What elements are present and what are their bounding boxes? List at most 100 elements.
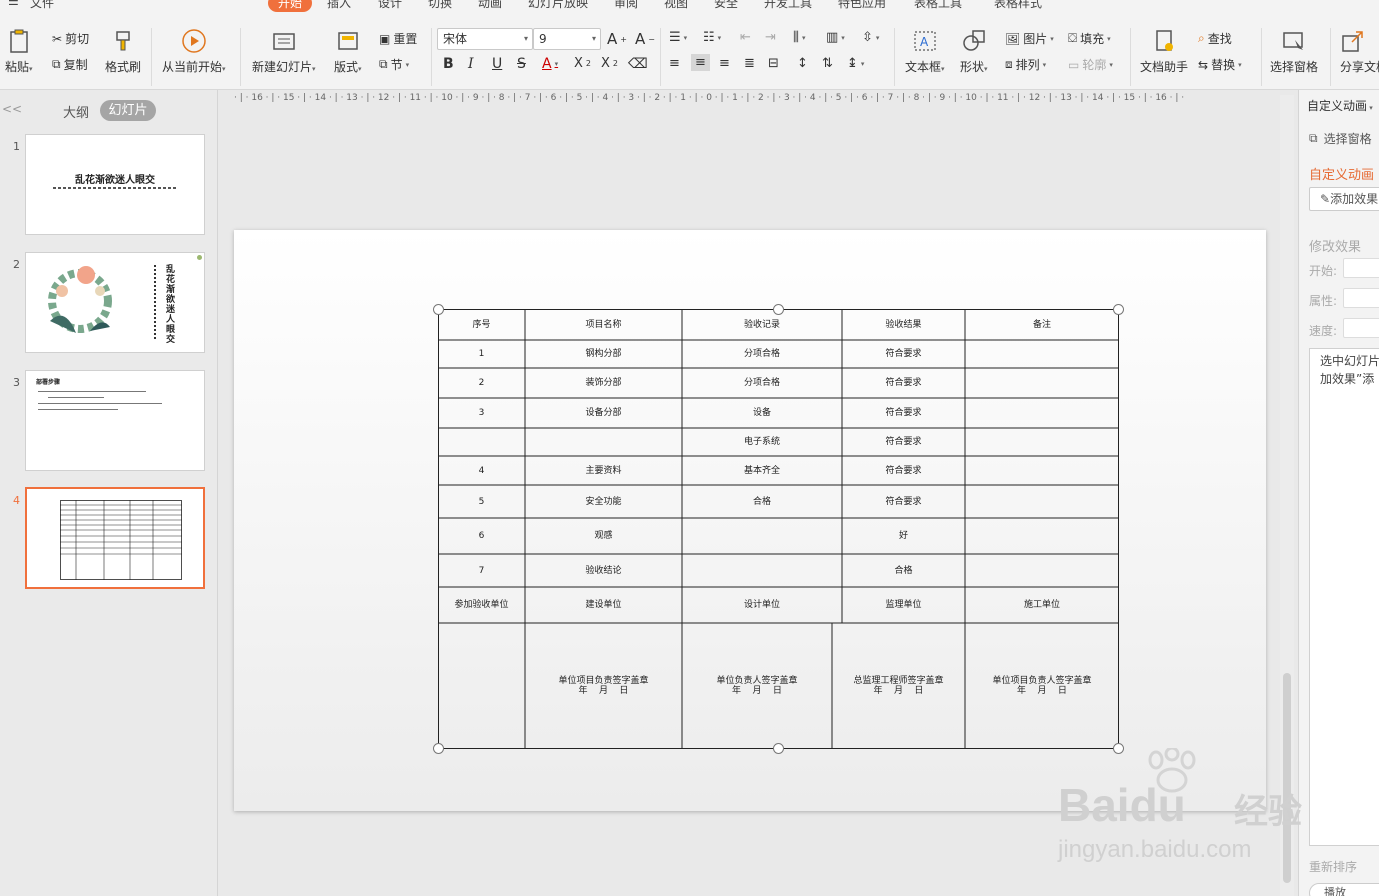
table-cell[interactable] xyxy=(682,554,842,587)
table-cell[interactable] xyxy=(965,368,1119,398)
menu-design[interactable]: 设计 xyxy=(378,0,402,11)
paste-button[interactable]: 粘贴▾ xyxy=(5,28,33,75)
table-cell[interactable]: 施工单位 xyxy=(965,587,1119,623)
menu-home[interactable]: 开始 xyxy=(268,0,313,12)
table-cell[interactable]: 符合要求 xyxy=(842,428,965,456)
table-cell[interactable] xyxy=(438,623,525,749)
menu-icon[interactable]: ☰ xyxy=(8,0,19,8)
font-name-select[interactable]: 宋体 ▾ xyxy=(437,28,533,50)
table-cell[interactable]: 2 xyxy=(438,368,525,398)
menu-slideshow[interactable]: 幻灯片放映 xyxy=(528,0,588,11)
table-cell[interactable]: 设备 xyxy=(682,398,842,428)
table-cell[interactable]: 安全功能 xyxy=(525,485,682,518)
table-cell[interactable]: 6 xyxy=(438,518,525,554)
textbox-button[interactable]: A 文本框▾ xyxy=(905,28,945,75)
increase-indent-icon[interactable]: ⇥ xyxy=(765,30,776,45)
table-cell[interactable]: 符合要求 xyxy=(842,340,965,368)
slide-thumbnail-4[interactable] xyxy=(25,487,205,589)
table-cell[interactable]: 合格 xyxy=(842,554,965,587)
align-center-icon[interactable]: ≡ xyxy=(691,54,710,71)
slide-thumbnail-2[interactable]: 乱花渐欲迷人眼交 xyxy=(25,252,205,353)
add-effect-button[interactable]: ✎添加效果 xyxy=(1309,187,1379,211)
replace-button[interactable]: ⇆ 替换 ▾ xyxy=(1198,56,1242,73)
selection-pane-button[interactable]: 选择窗格 xyxy=(1270,28,1318,75)
resize-handle-bottom-left[interactable] xyxy=(433,743,444,754)
menu-devtools[interactable]: 开发工具 xyxy=(764,0,812,11)
section-button[interactable]: ⧉ 节 ▾ xyxy=(379,56,409,73)
underline-icon[interactable]: U xyxy=(492,56,502,72)
start-select[interactable] xyxy=(1343,258,1379,278)
font-color-icon[interactable]: A ▾ xyxy=(542,56,558,72)
animation-list[interactable]: 选中幻灯片 加效果”添 xyxy=(1309,348,1379,846)
table-cell[interactable]: 设计单位 xyxy=(682,587,842,623)
collapse-panel-icon[interactable]: << xyxy=(2,102,22,116)
table-sign-cell[interactable]: 单位负责人签字盖章 年 月 日 xyxy=(682,623,832,749)
menu-review[interactable]: 审阅 xyxy=(614,0,638,11)
table-cell[interactable]: 电子系统 xyxy=(682,428,842,456)
superscript-icon[interactable]: X2 xyxy=(574,56,591,71)
copy-button[interactable]: ⧉ 复制 xyxy=(52,56,88,73)
find-button[interactable]: ⌕ 查找 xyxy=(1198,30,1232,47)
table-cell[interactable] xyxy=(965,398,1119,428)
menu-insert[interactable]: 插入 xyxy=(327,0,351,11)
grow-font-icon[interactable]: A + xyxy=(607,30,627,48)
table-cell[interactable] xyxy=(438,428,525,456)
resize-handle-top-right[interactable] xyxy=(1113,304,1124,315)
table-cell[interactable]: 分项合格 xyxy=(682,368,842,398)
table-cell[interactable] xyxy=(965,428,1119,456)
table-cell[interactable] xyxy=(965,554,1119,587)
menu-features[interactable]: 特色应用 xyxy=(838,0,886,11)
columns-icon[interactable]: ▥ ▾ xyxy=(826,30,845,45)
fill-button[interactable]: ⛋ 填充 ▾ xyxy=(1068,30,1111,47)
new-slide-button[interactable]: 新建幻灯片▾ xyxy=(252,28,316,75)
table-cell[interactable] xyxy=(682,518,842,554)
table-cell[interactable]: 钢构分部 xyxy=(525,340,682,368)
table-cell[interactable]: 符合要求 xyxy=(842,485,965,518)
slide-thumbnail-1[interactable]: 乱花渐欲迷人眼交 xyxy=(25,134,205,235)
table-cell[interactable]: 1 xyxy=(438,340,525,368)
eraser-icon[interactable]: ⌫ xyxy=(628,56,648,72)
layout-button[interactable]: 版式▾ xyxy=(334,28,362,75)
align-right-icon[interactable]: ≡ xyxy=(719,56,730,71)
table-header-cell[interactable]: 项目名称 xyxy=(525,309,682,340)
align-left-icon[interactable]: ≡ xyxy=(669,56,680,71)
menu-table-style[interactable]: 表格样式 xyxy=(994,0,1042,11)
shrink-font-icon[interactable]: A − xyxy=(635,30,655,48)
cut-button[interactable]: ✂ 剪切 xyxy=(52,30,89,47)
numbering-icon[interactable]: ☷ ▾ xyxy=(703,30,721,45)
table-cell[interactable] xyxy=(965,518,1119,554)
menu-transition[interactable]: 切换 xyxy=(428,0,452,11)
resize-handle-bottom[interactable] xyxy=(773,743,784,754)
line-spacing-icon[interactable]: ↕ xyxy=(797,56,808,71)
format-painter-button[interactable]: 格式刷 xyxy=(105,28,141,75)
menu-security[interactable]: 安全 xyxy=(714,0,738,11)
table-sign-cell[interactable]: 单位项目负责人签字盖章 年 月 日 xyxy=(965,623,1119,749)
table-object[interactable]: 序号 项目名称 验收记录 验收结果 备注 1 钢构分部 分项合格 符合要求 2 … xyxy=(433,304,1124,754)
table-cell[interactable]: 符合要求 xyxy=(842,456,965,485)
table-cell[interactable]: 5 xyxy=(438,485,525,518)
bold-icon[interactable]: B xyxy=(443,56,454,72)
menu-view[interactable]: 视图 xyxy=(664,0,688,11)
outline-button[interactable]: ▭ 轮廓 ▾ xyxy=(1068,56,1113,73)
subscript-icon[interactable]: X2 xyxy=(601,56,618,71)
play-button[interactable]: 播放 xyxy=(1309,883,1379,896)
tab-slides[interactable]: 幻灯片 xyxy=(100,100,156,121)
table-cell[interactable]: 合格 xyxy=(682,485,842,518)
table-header-cell[interactable]: 序号 xyxy=(438,309,525,340)
bullets-icon[interactable]: ☰ ▾ xyxy=(669,30,687,45)
table-sign-cell[interactable]: 单位项目负责签字盖章 年 月 日 xyxy=(525,623,682,749)
reset-button[interactable]: ▣ 重置 xyxy=(379,30,417,47)
slide-thumbnail-3[interactable]: 部署步骤 xyxy=(25,370,205,471)
table-cell[interactable]: 符合要求 xyxy=(842,368,965,398)
shape-button[interactable]: 形状▾ xyxy=(960,28,988,75)
table-sign-cell[interactable]: 总监理工程师签字盖章 年 月 日 xyxy=(832,623,965,749)
table-cell[interactable]: 验收结论 xyxy=(525,554,682,587)
distribute-icon[interactable]: ⊟ xyxy=(768,56,779,71)
table-cell[interactable]: 装饰分部 xyxy=(525,368,682,398)
table-header-cell[interactable]: 验收记录 xyxy=(682,309,842,340)
property-select[interactable] xyxy=(1343,288,1379,308)
table-cell[interactable]: 观感 xyxy=(525,518,682,554)
text-direction-icon[interactable]: ⫼ ▾ xyxy=(793,30,806,45)
table-cell[interactable]: 基本齐全 xyxy=(682,456,842,485)
tab-outline[interactable]: 大纲 xyxy=(63,102,89,121)
